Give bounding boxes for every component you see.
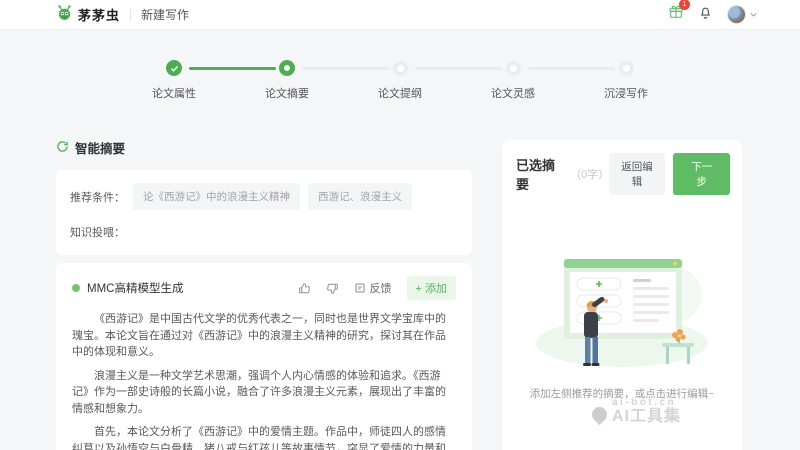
step-label: 论文提纲 [378,88,422,100]
selected-summary-title: 已选摘要 [516,158,556,192]
step-label: 论文属性 [152,88,196,100]
top-header: 茅茅虫 新建写作 1 [0,0,800,30]
thumbs-down-icon [326,283,338,294]
summary-paragraph: 浪漫主义是一种文学艺术思潮，强调个人内心情感的体验和追求。《西游记》作为一部史诗… [72,369,446,415]
divider [130,8,132,21]
user-menu[interactable] [727,5,758,24]
feedback-button[interactable]: 反馈 [354,280,392,296]
feedback-label: 反馈 [369,283,392,295]
chevron-down-icon [749,6,758,24]
knowledge-label: 知识投喂： [70,227,125,239]
bell-icon [698,5,713,25]
source-name: MMC高精模型生成 [87,283,184,295]
step-circle-active [279,60,295,76]
generated-summary-card: MMC高精模型生成 反馈 + 添加 《西游记》是中国古代文学的优秀代表之一，同时… [56,263,472,450]
thumbs-up-icon [298,282,310,293]
step-connector [302,67,389,70]
empty-state-illustration: 添加左侧推荐的摘要，或点击进行编辑~ [502,255,742,401]
step-connector [415,67,502,70]
summary-text: 《西游记》是中国古代文学的优秀代表之一，同时也是世界文学宝库中的瑰宝。本论文旨在… [72,311,456,450]
section-title: 智能摘要 [75,142,126,156]
thumbs-down-button[interactable] [326,282,339,295]
notification-badge: 1 [679,0,690,10]
step-connector [189,67,276,70]
step-label: 论文灵感 [491,88,535,100]
step-label: 论文摘要 [265,88,309,100]
step-circle-pending [392,61,408,76]
selected-summary-panel: 已选摘要 （0字） 返回编辑 下一步 添加左侧推荐的摘要，或点击进行编辑~ [502,140,742,450]
summary-paragraph: 首先，本论文分析了《西游记》中的爱情主题。作品中，师徒四人的感情纠葛以及孙悟空与… [72,426,446,450]
page-title: 新建写作 [141,8,190,22]
step-immersive-writing[interactable]: 沉浸写作 [528,60,683,101]
add-button[interactable]: + 添加 [406,276,456,300]
word-count: （0字） [570,169,610,181]
step-circle-done [166,60,182,76]
brand[interactable]: 茅茅虫 [56,4,120,26]
back-to-edit-button[interactable]: 返回编辑 [608,153,666,195]
brand-name: 茅茅虫 [78,8,121,23]
source-dot [72,284,80,292]
feedback-icon [355,283,365,293]
step-connector [528,67,615,70]
step-circle-pending [618,61,634,76]
conditions-label: 推荐条件： [70,191,125,204]
condition-tag: 西游记、浪漫主义 [308,183,412,210]
gift-button[interactable]: 1 [668,0,690,25]
step-label: 沉浸写作 [604,88,648,100]
notifications-button[interactable] [698,5,713,25]
avatar [727,5,746,24]
smart-summary-icon [56,140,69,156]
progress-steps: 论文属性 论文摘要 论文提纲 论文灵感 沉浸写作 [118,60,683,101]
step-circle-pending [505,61,521,76]
summary-paragraph: 《西游记》是中国古代文学的优秀代表之一，同时也是世界文学宝库中的瑰宝。本论文旨在… [72,313,446,358]
empty-hint: 添加左侧推荐的摘要，或点击进行编辑~ [529,388,715,400]
thumbs-up-button[interactable] [298,282,311,295]
section-title-row: 智能摘要 [56,138,472,157]
conditions-card: 推荐条件： 论《西游记》中的浪漫主义精神 西游记、浪漫主义 知识投喂： [56,170,472,255]
smart-summary-panel: 智能摘要 推荐条件： 论《西游记》中的浪漫主义精神 西游记、浪漫主义 知识投喂：… [56,138,472,450]
condition-tag: 论《西游记》中的浪漫主义精神 [133,183,300,210]
bug-logo-icon [56,4,73,26]
next-step-button[interactable]: 下一步 [673,153,731,195]
